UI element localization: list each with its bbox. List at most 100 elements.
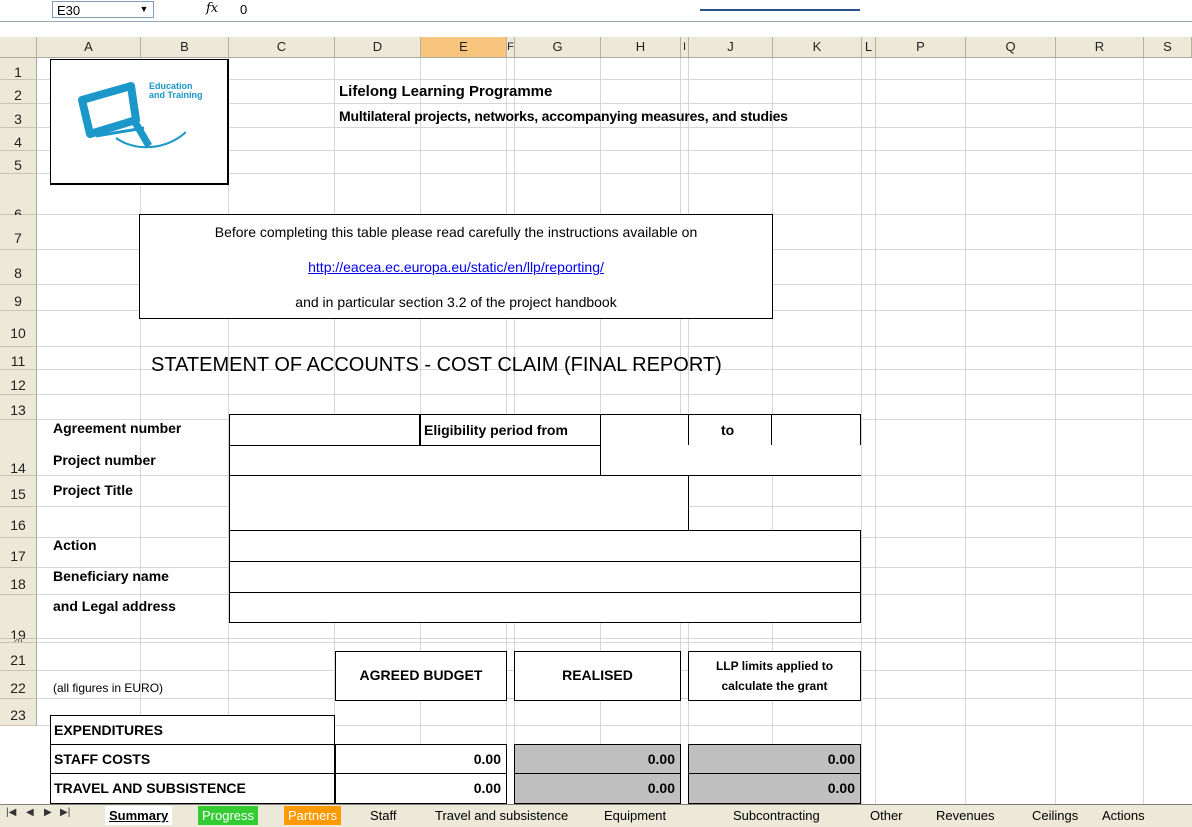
logo-text: Education and Training <box>149 81 203 100</box>
eligibility-from-field[interactable] <box>600 414 689 446</box>
expenditures-box: EXPENDITURES <box>50 715 335 745</box>
eligibility-label-box: Eligibility period from <box>420 414 601 446</box>
row-header-8[interactable]: 8 <box>0 250 37 285</box>
col-header-s[interactable]: S <box>1144 37 1192 58</box>
col-header-c[interactable]: C <box>229 37 335 58</box>
row-header-4[interactable]: 4 <box>0 128 37 151</box>
sheet-tab-actions[interactable]: Actions <box>1098 806 1149 825</box>
row-header-10[interactable]: 10 <box>0 311 37 347</box>
col-header-g[interactable]: G <box>515 37 601 58</box>
row-header-14[interactable]: 14 <box>0 420 37 476</box>
expenditures-label: EXPENDITURES <box>54 722 163 738</box>
row-header-22[interactable]: 22 <box>0 671 37 699</box>
col-header-j[interactable]: J <box>689 37 773 58</box>
travel-box: TRAVEL AND SUBSISTENCE <box>50 773 335 804</box>
next-sheet-icon[interactable]: ▶ <box>44 807 52 818</box>
sheet-tab-bar: |◀ ◀ ▶ ▶| Summary Progress Partners Staf… <box>0 804 1192 827</box>
row-header-18[interactable]: 18 <box>0 568 37 595</box>
statement-title: STATEMENT OF ACCOUNTS - COST CLAIM (FINA… <box>151 354 722 376</box>
row-header-19[interactable]: 19 <box>0 595 37 643</box>
staff-realised-value: 0.00 <box>647 751 675 767</box>
function-icon[interactable]: fx <box>206 1 218 16</box>
sheet-tab-travel[interactable]: Travel and subsistence <box>431 806 572 825</box>
sheet-tab-staff[interactable]: Staff <box>366 806 401 825</box>
sheet-tab-summary[interactable]: Summary <box>105 806 173 825</box>
row-header-13[interactable]: 13 <box>0 395 37 420</box>
col-header-q[interactable]: Q <box>966 37 1056 58</box>
formula-input[interactable]: 0 <box>240 2 247 17</box>
row-header-6[interactable]: 6 <box>0 174 37 222</box>
sheet-tab-progress[interactable]: Progress <box>198 806 259 825</box>
sheet-tab-other[interactable]: Other <box>866 806 907 825</box>
select-all-corner[interactable] <box>0 37 37 58</box>
col-header-p[interactable]: P <box>876 37 966 58</box>
instructions-box: Before completing this table please read… <box>139 214 773 319</box>
action-field[interactable] <box>229 530 861 562</box>
row-header-17[interactable]: 17 <box>0 538 37 568</box>
project-number-label: Project number <box>53 452 156 468</box>
col-header-a[interactable]: A <box>37 37 141 58</box>
beneficiary-label: Beneficiary name <box>53 568 169 584</box>
col-header-f[interactable]: F <box>507 37 515 58</box>
col-header-b[interactable]: B <box>141 37 229 58</box>
legal-address-label: and Legal address <box>53 598 176 614</box>
staff-costs-box: STAFF COSTS <box>50 744 335 774</box>
row-header-15[interactable]: 15 <box>0 476 37 507</box>
name-box-dropdown-icon[interactable]: ▼ <box>136 2 152 17</box>
travel-agreed-cell[interactable]: 0.00 <box>335 773 507 804</box>
instructions-link[interactable]: http://eacea.ec.europa.eu/static/en/llp/… <box>308 259 604 275</box>
row-header-12[interactable]: 12 <box>0 370 37 395</box>
col-header-h[interactable]: H <box>601 37 681 58</box>
last-sheet-icon[interactable]: ▶| <box>60 807 70 818</box>
staff-agreed-cell[interactable]: 0.00 <box>335 744 507 774</box>
sheet-tab-revenues[interactable]: Revenues <box>932 806 999 825</box>
instructions-line: Before completing this table please read… <box>214 224 698 240</box>
logo: Education and Training <box>50 59 229 185</box>
programme-title: Lifelong Learning Programme <box>339 83 553 100</box>
travel-llp-value: 0.00 <box>827 780 855 796</box>
col-header-l[interactable]: L <box>862 37 876 58</box>
sheet-tab-subcontracting[interactable]: Subcontracting <box>729 806 824 825</box>
row-header-11[interactable]: 11 <box>0 347 37 370</box>
row-header-2[interactable]: 2 <box>0 80 37 104</box>
col-header-d[interactable]: D <box>335 37 421 58</box>
agreement-number-label: Agreement number <box>53 420 182 436</box>
travel-realised-cell[interactable]: 0.00 <box>514 773 681 804</box>
project-number-extra <box>600 445 861 476</box>
row-header-21[interactable]: 21 <box>0 643 37 671</box>
project-number-field[interactable] <box>229 445 601 476</box>
project-title-field[interactable] <box>229 475 689 531</box>
figures-note: (all figures in EURO) <box>53 681 164 695</box>
llp-limits-label: LLP limits applied to calculate the gran… <box>715 659 834 693</box>
row-header-3[interactable]: 3 <box>0 104 37 128</box>
handbook-note: and in particular section 3.2 of the pro… <box>295 294 617 310</box>
beneficiary-field[interactable] <box>229 561 861 593</box>
col-header-i[interactable]: I <box>681 37 689 58</box>
row-header-1[interactable]: 1 <box>0 58 37 80</box>
col-header-r[interactable]: R <box>1056 37 1144 58</box>
sheet-tab-ceilings[interactable]: Ceilings <box>1028 806 1082 825</box>
travel-realised-value: 0.00 <box>647 780 675 796</box>
staff-agreed-value: 0.00 <box>473 751 501 767</box>
sheet-tab-equipment[interactable]: Equipment <box>600 806 670 825</box>
agreement-number-field[interactable] <box>229 414 420 446</box>
col-header-k[interactable]: K <box>773 37 862 58</box>
row-header-9[interactable]: 9 <box>0 285 37 311</box>
staff-realised-cell[interactable]: 0.00 <box>514 744 681 774</box>
travel-llp-cell[interactable]: 0.00 <box>688 773 861 804</box>
staff-costs-label: STAFF COSTS <box>54 751 151 767</box>
prev-sheet-icon[interactable]: ◀ <box>26 807 34 818</box>
project-title-label: Project Title <box>53 482 133 498</box>
col-header-e[interactable]: E <box>421 37 507 58</box>
agreed-budget-label: AGREED BUDGET <box>359 667 483 683</box>
row-header-16[interactable]: 16 <box>0 507 37 538</box>
window-edge <box>700 9 860 11</box>
row-header-23[interactable]: 23 <box>0 699 37 726</box>
staff-llp-cell[interactable]: 0.00 <box>688 744 861 774</box>
sheet-tab-partners[interactable]: Partners <box>284 806 342 825</box>
eligibility-to-field[interactable] <box>771 414 861 446</box>
first-sheet-icon[interactable]: |◀ <box>6 807 16 818</box>
row-header-7[interactable]: 7 <box>0 215 37 250</box>
row-header-5[interactable]: 5 <box>0 151 37 174</box>
legal-address-field[interactable] <box>229 592 861 623</box>
